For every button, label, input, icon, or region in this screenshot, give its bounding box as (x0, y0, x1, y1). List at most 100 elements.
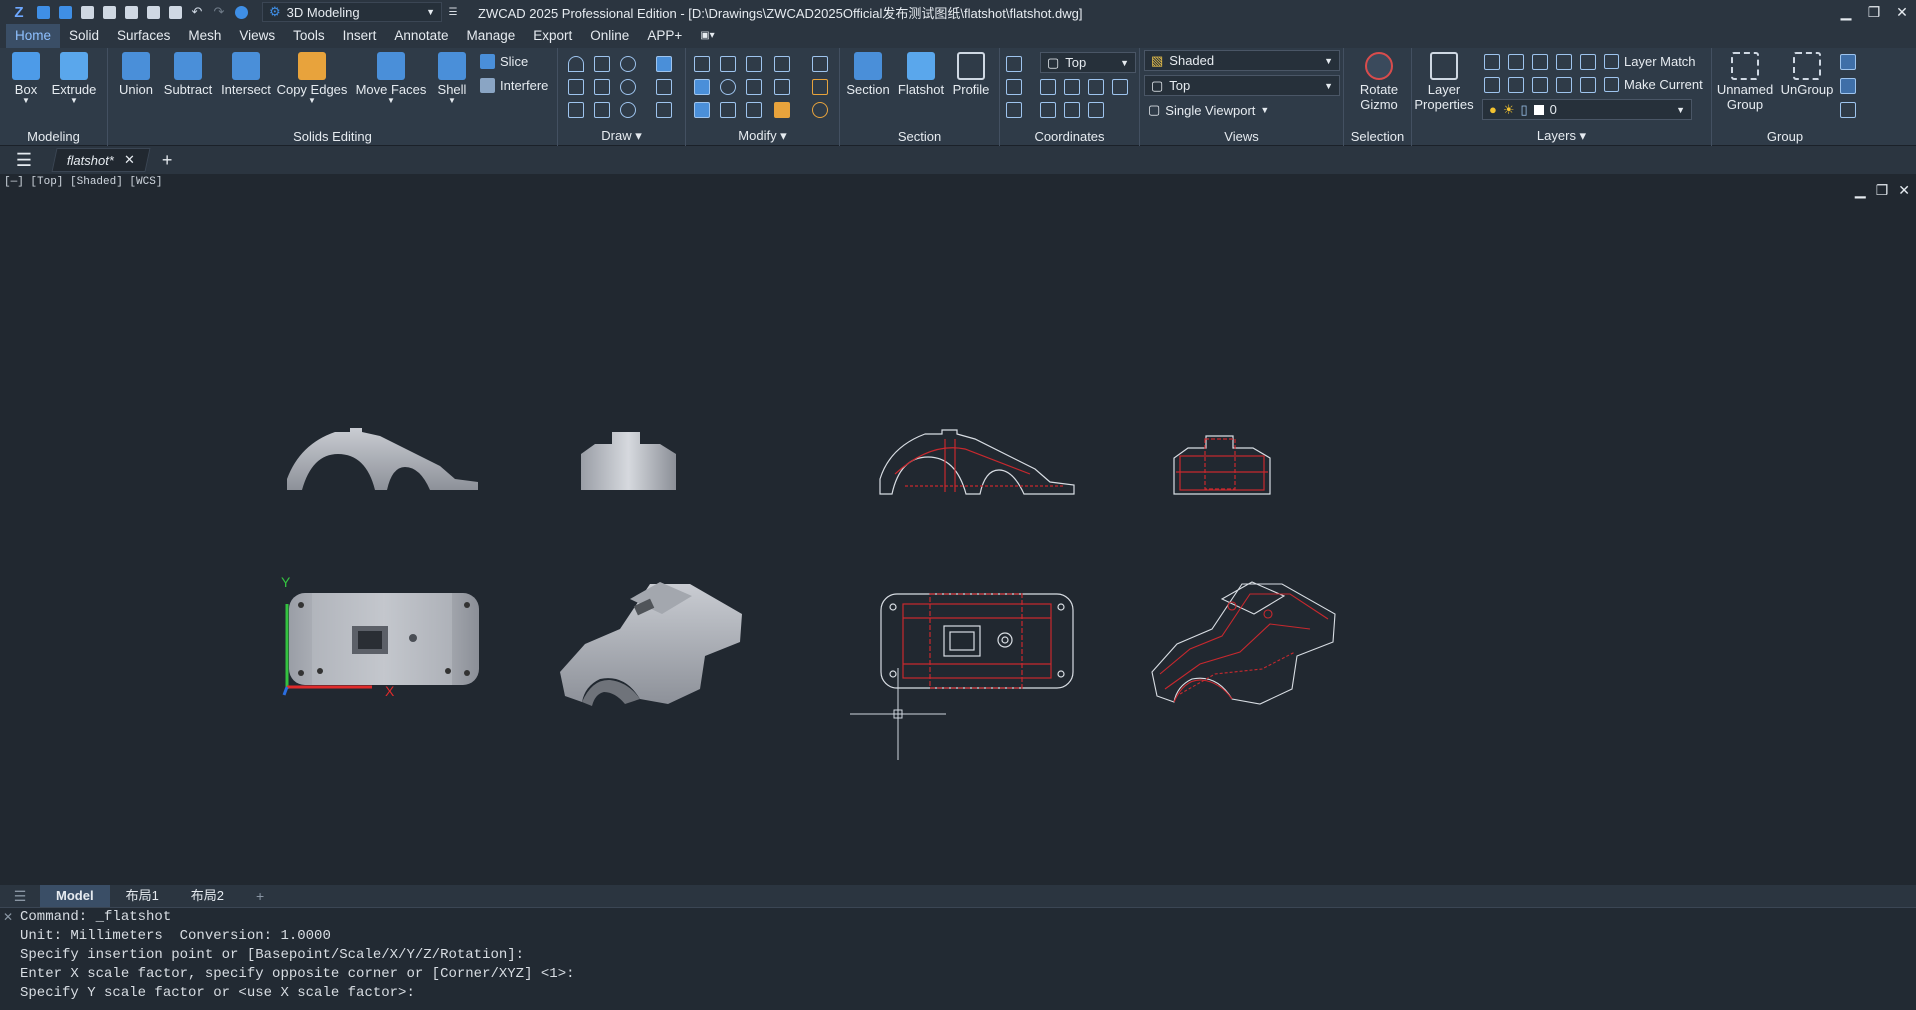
line-icon[interactable] (594, 79, 610, 95)
ucs-icon[interactable] (1006, 56, 1022, 72)
viewport-config-button[interactable]: ▢ Single Viewport ▼ (1148, 102, 1269, 118)
layer-merge-icon[interactable] (1580, 77, 1596, 93)
named-view-combo[interactable]: ▢ Top ▼ (1144, 75, 1340, 96)
layer-walk-icon[interactable] (1580, 54, 1596, 70)
new-file-icon[interactable] (32, 1, 54, 23)
move-faces-button[interactable]: Move Faces ▼ (354, 52, 428, 105)
panel-label-draw[interactable]: Draw ▾ (558, 128, 685, 144)
save-as-icon[interactable] (98, 1, 120, 23)
move-icon[interactable] (720, 56, 736, 72)
tab-home[interactable]: Home (6, 24, 61, 48)
zwcad-logo-icon[interactable]: Z (6, 0, 32, 24)
box-button[interactable]: Box ▼ (0, 52, 52, 105)
layer-lock-icon[interactable] (1484, 77, 1500, 93)
publish-icon[interactable] (120, 1, 142, 23)
ucs-y-icon[interactable] (1064, 79, 1080, 95)
arc-3point-icon[interactable] (620, 56, 636, 72)
close-button[interactable]: ✕ (1888, 0, 1916, 24)
layer-iso-icon[interactable] (1484, 54, 1500, 70)
tab-insert[interactable]: Insert (334, 24, 386, 48)
rotate-gizmo-button[interactable]: Rotate Gizmo (1352, 52, 1406, 112)
fillet-icon[interactable] (774, 79, 790, 95)
array-icon[interactable] (694, 79, 710, 95)
stretch-icon[interactable] (812, 79, 828, 95)
group-selection-icon[interactable] (1840, 78, 1856, 94)
ribbon-minimize-icon[interactable]: ▣▾ (691, 24, 723, 48)
ellipse-icon[interactable] (620, 102, 636, 118)
ucs-face-icon[interactable] (1088, 102, 1104, 118)
workspace-selector[interactable]: ⚙ 3D Modeling ▼ (262, 2, 442, 22)
match-properties-icon[interactable] (812, 102, 828, 118)
hamburger-menu-icon[interactable]: ☰ (0, 150, 48, 171)
ucs-z-icon[interactable] (1088, 79, 1104, 95)
layer-combo[interactable]: ● ☀ ▯ 0 ▼ (1482, 99, 1692, 120)
rotate-icon[interactable] (720, 79, 736, 95)
subtract-button[interactable]: Subtract (156, 52, 220, 97)
layer-unlock-icon[interactable] (1508, 77, 1524, 93)
tab-mesh[interactable]: Mesh (179, 24, 230, 48)
drawing-canvas[interactable]: Y X (0, 174, 1916, 885)
document-tab-flatshot[interactable]: flatshot* ✕ (51, 148, 151, 172)
minimize-button[interactable]: ▁ (1832, 0, 1860, 24)
layout-menu-icon[interactable]: ☰ (0, 888, 40, 905)
tab-views[interactable]: Views (230, 24, 284, 48)
arc-icon[interactable] (568, 56, 584, 72)
tab-model[interactable]: Model (40, 885, 110, 907)
plot-preview-icon[interactable] (164, 1, 186, 23)
tab-export[interactable]: Export (524, 24, 581, 48)
add-layout-icon[interactable]: + (240, 888, 280, 904)
help-icon[interactable] (230, 1, 252, 23)
tab-manage[interactable]: Manage (457, 24, 524, 48)
slice-button[interactable]: Slice (480, 54, 528, 69)
copy-edges-button[interactable]: Copy Edges ▼ (274, 52, 350, 105)
ungroup-button[interactable]: UnGroup (1776, 52, 1838, 97)
layer-properties-button[interactable]: Layer Properties (1412, 52, 1476, 112)
shell-button[interactable]: Shell ▼ (428, 52, 476, 105)
model-viewport[interactable]: [—] [Top] [Shaded] [WCS] ▁ ❐ ✕ Y X (0, 174, 1916, 885)
union-button[interactable]: Union (110, 52, 162, 97)
intersect-button[interactable]: Intersect (214, 52, 278, 97)
section-button[interactable]: Section (842, 52, 894, 97)
layer-on-icon[interactable] (1556, 77, 1572, 93)
tab-annotate[interactable]: Annotate (385, 24, 457, 48)
save-icon[interactable] (76, 1, 98, 23)
tab-layout1[interactable]: 布局1 (110, 885, 175, 907)
tab-tools[interactable]: Tools (284, 24, 334, 48)
flatshot-front-view[interactable] (879, 429, 1075, 495)
mirror-icon[interactable] (746, 56, 762, 72)
layer-off-icon[interactable] (1556, 54, 1572, 70)
unnamed-group-button[interactable]: Unnamed Group (1714, 52, 1776, 112)
erase-icon[interactable] (812, 56, 828, 72)
flatshot-top-view[interactable] (880, 593, 1074, 689)
view-combo[interactable]: ▢ Top ▼ (1040, 52, 1136, 73)
command-close-icon[interactable]: ✕ (3, 910, 13, 924)
command-line[interactable]: ✕ Command: _flatshot Unit: Millimeters C… (0, 907, 1916, 1010)
join-icon[interactable] (774, 102, 790, 118)
tab-online[interactable]: Online (581, 24, 638, 48)
ucs-3point-icon[interactable] (1006, 102, 1022, 118)
print-icon[interactable] (142, 1, 164, 23)
circle-icon[interactable] (620, 79, 636, 95)
point-icon[interactable] (656, 79, 672, 95)
group-edit-icon[interactable] (1840, 54, 1856, 70)
profile-button[interactable]: Profile (946, 52, 996, 97)
ucs-world-icon[interactable] (1006, 79, 1022, 95)
tab-surfaces[interactable]: Surfaces (108, 24, 179, 48)
tab-layout2[interactable]: 布局2 (175, 885, 240, 907)
layer-thaw-icon[interactable] (1532, 77, 1548, 93)
ucs-origin-icon[interactable] (1112, 79, 1128, 95)
region-icon[interactable] (656, 102, 672, 118)
offset-icon[interactable] (720, 102, 736, 118)
explode-icon[interactable] (694, 102, 710, 118)
polygon-icon[interactable] (568, 102, 584, 118)
tab-solid[interactable]: Solid (60, 24, 108, 48)
ucs-object-icon[interactable] (1064, 102, 1080, 118)
maximize-button[interactable]: ❐ (1860, 0, 1888, 24)
break-icon[interactable] (746, 102, 762, 118)
close-icon[interactable]: ✕ (124, 152, 135, 168)
scale-icon[interactable] (746, 79, 762, 95)
customize-toolbar-icon[interactable]: ☰ (442, 1, 464, 23)
interfere-button[interactable]: Interfere (480, 78, 548, 93)
tab-app-plus[interactable]: APP+ (638, 24, 691, 48)
undo-icon[interactable]: ↶ (186, 1, 208, 23)
